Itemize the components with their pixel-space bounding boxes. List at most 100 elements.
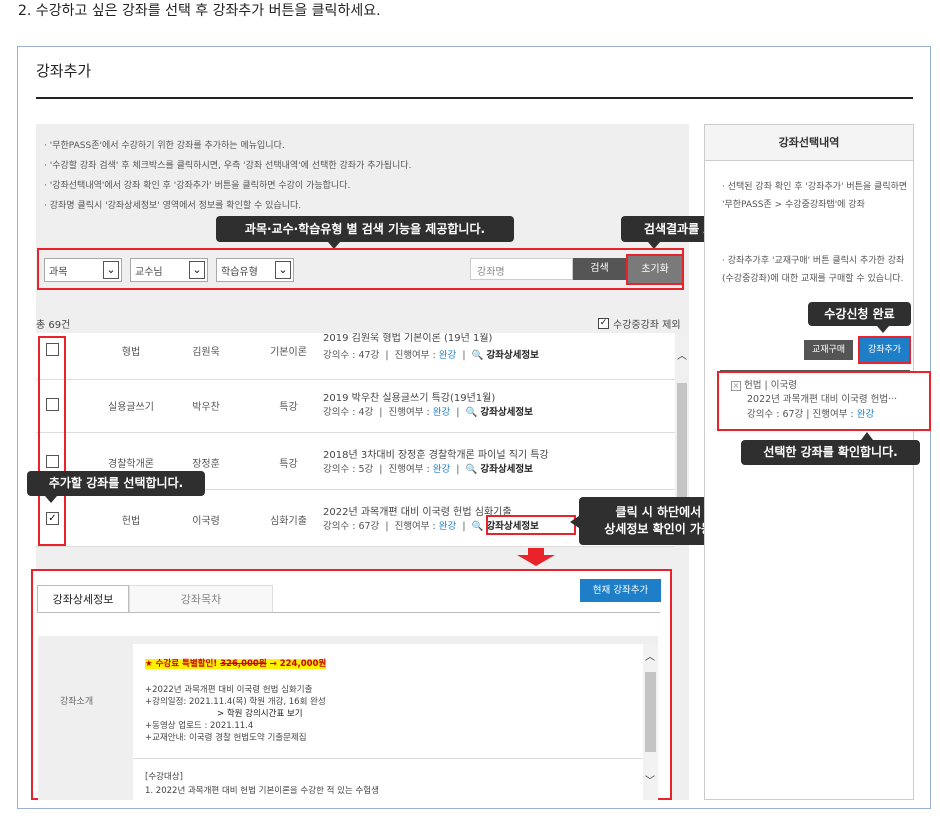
- section-line: 1. 2022년 과목개편 대비 헌법 기본이론을 수강한 적 있는 수험생: [145, 786, 379, 796]
- learning-type-select-value: 학습유형: [221, 267, 258, 278]
- tab-course-detail[interactable]: 강좌상세정보: [37, 585, 129, 613]
- row-title[interactable]: 2019 박우찬 실용글쓰기 특강(19년1월): [323, 389, 495, 404]
- table-row[interactable]: 형법 김원욱 기본이론 2019 김원욱 형법 기본이론 (19년 1월) 강의…: [36, 333, 675, 380]
- search-button[interactable]: 검색: [573, 258, 626, 280]
- detail-link[interactable]: 강좌상세정보: [480, 464, 532, 475]
- tab-course-toc[interactable]: 강좌목차: [129, 585, 273, 613]
- selected-course-name: 헌법 | 이국령: [744, 380, 797, 391]
- table-row[interactable]: 실용글쓰기 박우찬 특강 2019 박우찬 실용글쓰기 특강(19년1월) 강의…: [36, 376, 675, 433]
- callout-confirm: 선택한 강좌를 확인합니다.: [741, 440, 920, 465]
- selected-course-item: × 헌법 | 이국령 2022년 과목개편 대비 이국령 헌법··· 강의수 :…: [717, 371, 931, 431]
- professor-select-value: 교수님: [135, 267, 163, 278]
- note-line: · '강좌선택내역'에서 강좌 확인 후 '강좌추가' 버튼을 클릭하면 수강이…: [44, 181, 351, 191]
- intro-line: +2022년 과목개편 대비 이국령 헌법 심화기출: [145, 685, 313, 695]
- add-course-button[interactable]: 강좌추가: [858, 336, 911, 364]
- detail-link-highlight: [486, 515, 576, 535]
- callout-tail: [877, 326, 889, 333]
- reset-button[interactable]: 초기화: [626, 254, 684, 285]
- row-subject: 헌법: [121, 516, 141, 527]
- tab-divider: [37, 612, 660, 613]
- row-type: 심화기출: [270, 516, 307, 527]
- old-price: 326,000원: [220, 659, 267, 669]
- subject-select[interactable]: 과목 ⌄: [44, 258, 122, 282]
- callout-tail: [861, 432, 873, 440]
- page-title: 강좌추가: [36, 62, 92, 80]
- row-professor: 김원욱: [192, 347, 220, 358]
- arrow-down-icon: [517, 548, 555, 566]
- selected-course-title: 2022년 과목개편 대비 이국령 헌법···: [747, 394, 898, 405]
- callout-search-text: 과목·교수·학습유형 별 검색 기능을 제공합니다.: [244, 222, 486, 236]
- callout-complete-text: 수강신청 완료: [824, 307, 895, 321]
- usage-notes: · '무한PASS존'에서 수강하기 위한 강좌를 추가하는 메뉴입니다. · …: [44, 136, 411, 216]
- note-line: · '수강할 강좌 검색' 후 체크박스를 클릭하시면, 우측 '강좌 선택내역…: [44, 161, 412, 171]
- row-meta: 강의수 : 4강 | 진행여부 : 완강 | 🔍 강좌상세정보: [323, 407, 533, 418]
- exclude-checkbox[interactable]: ✓: [598, 318, 609, 329]
- note-line: · 강좌명 클릭시 '강좌상세정보' 영역에서 정보를 확인할 수 있습니다.: [44, 201, 302, 211]
- professor-select[interactable]: 교수님 ⌄: [130, 258, 208, 282]
- row-professor: 장정훈: [192, 459, 220, 470]
- detail-scrollbar[interactable]: ︿ ﹀: [643, 644, 658, 800]
- chevron-down-icon: ⌄: [275, 261, 291, 279]
- detail-link[interactable]: 강좌상세정보: [480, 407, 532, 418]
- selection-note: · 강좌추가후 '교재구매' 버튼 클릭시 추가한 강좌(수강중강좌)에 대한 …: [722, 256, 905, 284]
- course-intro-body: ★ 수강료 특별할인! 326,000원 → 224,000원 +2022년 과…: [133, 644, 657, 800]
- search-icon: 🔍: [471, 350, 484, 361]
- learning-type-select[interactable]: 학습유형 ⌄: [216, 258, 294, 282]
- buy-textbook-button[interactable]: 교재구매: [804, 340, 853, 360]
- status-label: 진행여부 :: [388, 464, 430, 475]
- row-meta: 강의수 : 5강 | 진행여부 : 완강 | 🔍 강좌상세정보: [323, 464, 533, 475]
- add-current-course-button[interactable]: 현재 강좌추가: [580, 579, 661, 602]
- intro-line: +동영상 업로드 : 2021.11.4: [145, 721, 254, 731]
- callout-complete: 수강신청 완료: [808, 302, 911, 326]
- callout-tail: [570, 516, 579, 528]
- exclude-label: 수강중강좌 제외: [613, 320, 681, 331]
- row-professor: 이국령: [192, 516, 220, 527]
- row-title[interactable]: 2018년 3차대비 장정훈 경찰학개론 파이널 직기 특강: [323, 446, 549, 461]
- selected-status: 완강: [856, 409, 875, 420]
- new-price: → 224,000원: [269, 659, 327, 669]
- search-icon: 🔍: [465, 464, 478, 475]
- row-meta: 강의수 : 47강 | 진행여부 : 완강 | 🔍 강좌상세정보: [323, 350, 539, 361]
- instruction-text: 2. 수강하고 싶은 강좌를 선택 후 강좌추가 버튼을 클릭하세요.: [18, 3, 381, 19]
- exclude-enrolled-toggle[interactable]: ✓ 수강중강좌 제외: [598, 316, 681, 331]
- intro-line: +교재안내: 이국령 경찰 헌법도약 기출문제집: [145, 733, 307, 743]
- row-subject: 형법: [121, 347, 141, 358]
- sale-line: ★ 수강료 특별할인! 326,000원 → 224,000원: [145, 657, 327, 669]
- detail-link[interactable]: 강좌상세정보: [486, 350, 538, 361]
- status-value: 완강: [432, 464, 451, 475]
- row-title[interactable]: 2019 김원욱 형법 기본이론 (19년 1월): [323, 333, 492, 344]
- callout-tail: [45, 496, 57, 503]
- row-subject: 실용글쓰기: [108, 402, 154, 413]
- search-icon: 🔍: [471, 521, 484, 532]
- row-title[interactable]: 2022년 과목개편 대비 이국령 헌법 심화기출: [323, 503, 512, 518]
- scrollbar-thumb[interactable]: [645, 672, 656, 752]
- section-title: [수강대상]: [145, 772, 183, 782]
- row-professor: 박우찬: [192, 402, 220, 413]
- callout-confirm-text: 선택한 강좌를 확인합니다.: [763, 445, 898, 459]
- lecture-count: 강의수 : 5강: [323, 464, 374, 475]
- chevron-up-icon[interactable]: ︿: [645, 648, 655, 663]
- course-name-input[interactable]: 강좌명: [470, 258, 573, 280]
- intro-lines: +2022년 과목개편 대비 이국령 헌법 심화기출 +강의일정: 2021.1…: [145, 684, 326, 744]
- row-divider: [133, 758, 643, 759]
- lecture-count: 강의수 : 67강: [323, 521, 380, 532]
- chevron-up-icon[interactable]: ︿: [677, 347, 687, 362]
- selection-panel-title: 강좌선택내역: [705, 125, 913, 161]
- lecture-count: 강의수 : 4강: [323, 407, 374, 418]
- intro-line: +강의일정: 2021.11.4(목) 학원 개강, 16회 완성: [145, 697, 326, 707]
- status-value: 완강: [438, 350, 457, 361]
- lecture-count: 강의수 : 47강: [323, 350, 380, 361]
- chevron-down-icon[interactable]: ﹀: [645, 772, 655, 787]
- search-icon: 🔍: [465, 407, 478, 418]
- callout-select: 추가할 강좌를 선택합니다.: [27, 471, 205, 496]
- sale-text: ★ 수강료 특별할인!: [145, 659, 218, 669]
- row-subject: 경찰학개론: [108, 459, 154, 470]
- callout-search: 과목·교수·학습유형 별 검색 기능을 제공합니다.: [216, 216, 514, 242]
- checkbox-column-highlight: [38, 336, 66, 546]
- timetable-link[interactable]: > 학원 강의시간표 보기: [145, 708, 326, 720]
- chevron-down-icon: ⌄: [103, 261, 119, 279]
- remove-icon[interactable]: ×: [731, 380, 741, 391]
- callout-select-text: 추가할 강좌를 선택합니다.: [48, 476, 184, 490]
- row-type: 특강: [279, 459, 298, 470]
- title-divider: [36, 97, 913, 99]
